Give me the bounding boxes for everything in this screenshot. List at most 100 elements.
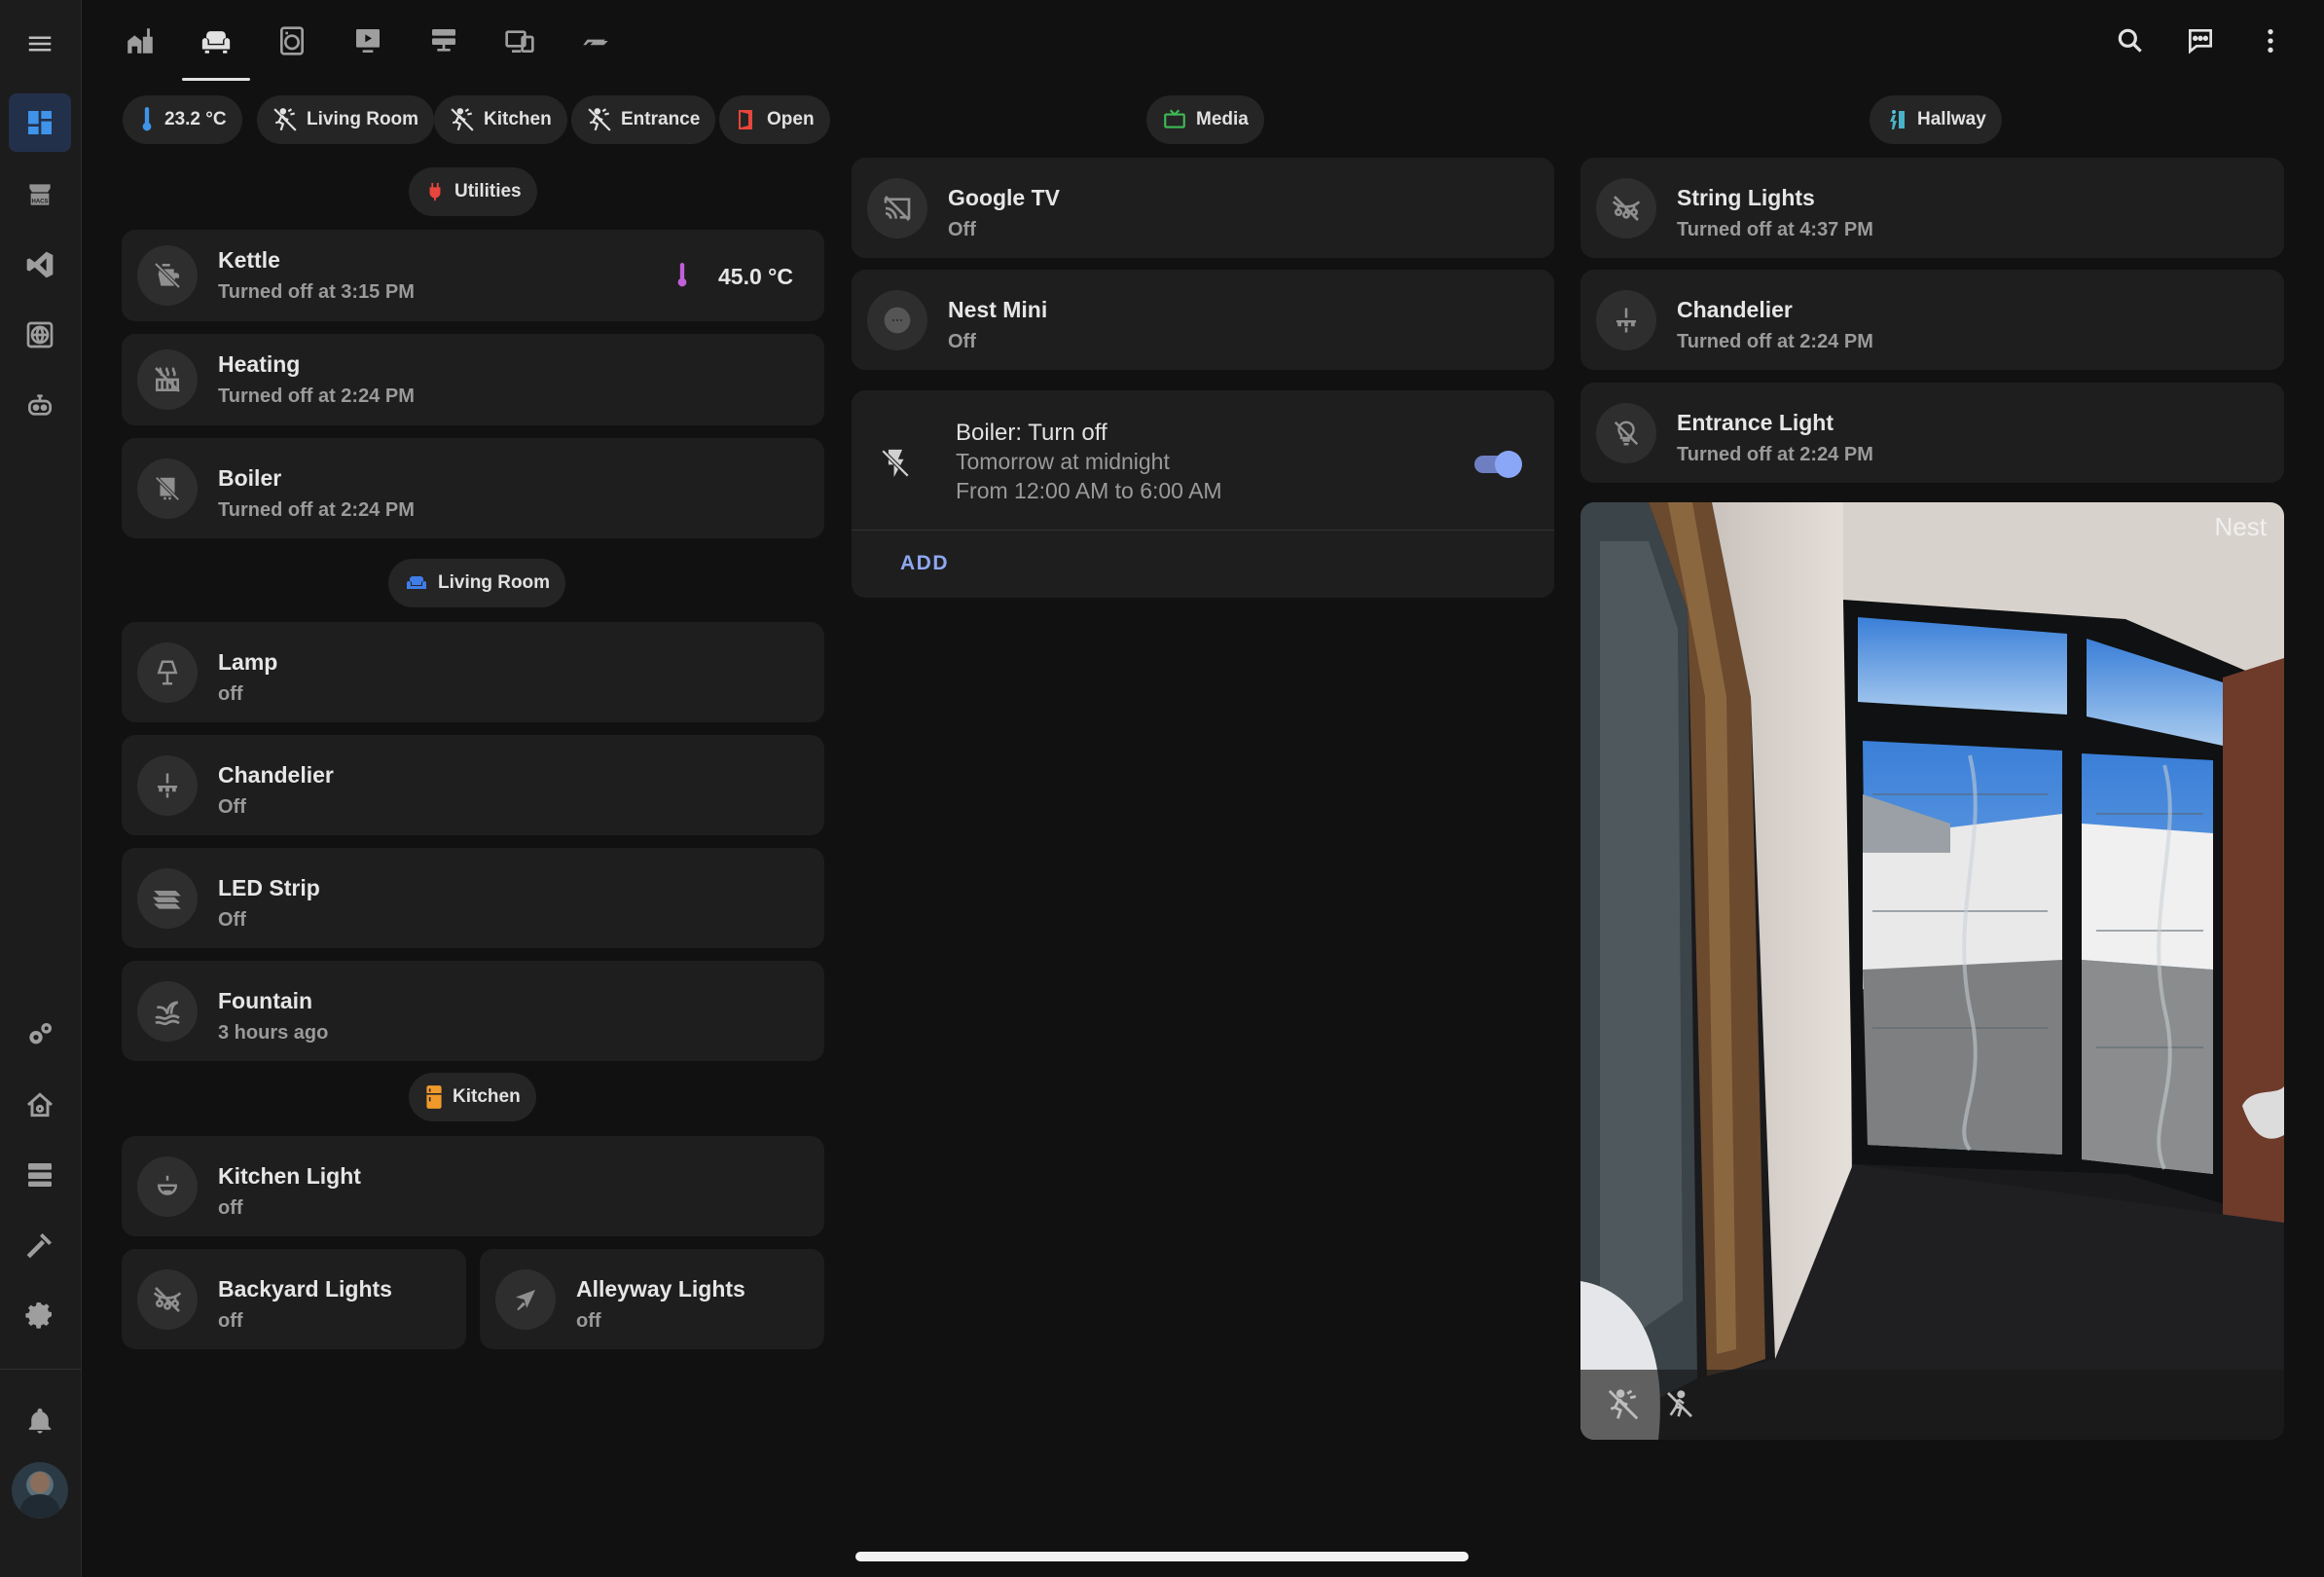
robot-icon[interactable]	[9, 376, 71, 434]
entrance-light-tile[interactable]: Entrance Light Turned off at 2:24 PM	[1580, 383, 2284, 483]
water-boiler-off-icon	[137, 458, 198, 519]
kettle-thermometer-icon	[674, 263, 690, 288]
string-lights-name: String Lights	[1677, 185, 1815, 210]
heating-tile[interactable]: Heating Turned off at 2:24 PM	[122, 334, 824, 425]
schedule-toggle[interactable]	[1471, 448, 1525, 481]
entrance-motion-chip[interactable]: Entrance	[571, 95, 716, 144]
cogs-icon[interactable]	[9, 1006, 71, 1064]
hacs-icon[interactable]: HACS	[9, 165, 71, 224]
backyard-lights-tile[interactable]: Backyard Lights off	[122, 1249, 466, 1349]
toggle-knob	[1495, 451, 1522, 478]
kitchen-light-tile[interactable]: Kitchen Light off	[122, 1136, 824, 1236]
tab-formula1[interactable]	[558, 0, 634, 81]
fountain-tile[interactable]: Fountain 3 hours ago	[122, 961, 824, 1061]
camera-motion-button[interactable]	[1596, 1377, 1651, 1432]
web-icon[interactable]	[9, 306, 71, 364]
radiator-off-icon	[137, 349, 198, 410]
schedule-when: Tomorrow at midnight	[956, 449, 1170, 474]
assist-button[interactable]	[2173, 14, 2228, 68]
flash-off-icon	[879, 447, 912, 480]
camera-image	[1580, 502, 2284, 1440]
temperature-value: 23.2 °C	[164, 109, 227, 129]
living-room-motion-chip[interactable]: Living Room	[257, 95, 435, 144]
nest-mini-name: Nest Mini	[948, 297, 1048, 322]
led-strip-icon	[137, 867, 198, 929]
google-tv-tile[interactable]: Google TV Off	[852, 158, 1554, 258]
nest-mini-state: Off	[948, 331, 976, 352]
server-rack-icon[interactable]	[9, 1146, 71, 1204]
svg-text:HACS: HACS	[31, 200, 48, 205]
power-plug-icon	[424, 179, 446, 204]
camera-label: Nest	[2214, 512, 2267, 541]
home-indicator	[855, 1552, 1469, 1561]
living-room-heading-chip: Living Room	[388, 559, 566, 607]
boiler-tile[interactable]: Boiler Turned off at 2:24 PM	[122, 438, 824, 538]
motion-sensor-off-icon	[587, 107, 612, 132]
door-chip[interactable]: Open	[719, 95, 830, 144]
motion-sensor-off-icon	[450, 107, 475, 132]
living-room-heading: Living Room	[438, 572, 551, 593]
hallway-heading: Hallway	[1917, 109, 1986, 129]
kettle-tile[interactable]: Kettle Turned off at 3:15 PM 45.0 °C	[122, 230, 824, 321]
alleyway-lights-tile[interactable]: Alleyway Lights off	[480, 1249, 824, 1349]
utilities-heading-chip: Utilities	[409, 167, 537, 216]
tab-living-room[interactable]	[178, 0, 254, 81]
monitor-play-icon	[352, 25, 383, 56]
entrance-light-state: Turned off at 2:24 PM	[1677, 444, 1873, 465]
chandelier-icon	[137, 754, 198, 816]
magnify-icon	[2115, 25, 2146, 56]
lamp-tile[interactable]: Lamp off	[122, 622, 824, 722]
fridge-icon	[424, 1084, 444, 1110]
google-tv-state: Off	[948, 219, 976, 240]
add-schedule-button[interactable]: ADD	[900, 552, 949, 575]
kitchen-light-name: Kitchen Light	[218, 1163, 361, 1189]
hallway-chandelier-tile[interactable]: Chandelier Turned off at 2:24 PM	[1580, 270, 2284, 370]
led-strip-tile[interactable]: LED Strip Off	[122, 848, 824, 948]
tab-servers[interactable]	[406, 0, 482, 81]
avatar-face	[30, 1472, 50, 1493]
overflow-menu-button[interactable]	[2243, 14, 2298, 68]
kitchen-light-state: off	[218, 1197, 243, 1219]
camera-feed[interactable]: Nest	[1580, 502, 2284, 1440]
chandelier-tile[interactable]: Chandelier Off	[122, 735, 824, 835]
menu-icon[interactable]	[9, 15, 71, 73]
nest-mini-tile[interactable]: Nest Mini Off	[852, 270, 1554, 370]
hallway-chandelier-state: Turned off at 2:24 PM	[1677, 331, 1873, 352]
television-icon	[1162, 107, 1187, 132]
motion-sensor-off-icon	[272, 107, 298, 132]
temperature-chip[interactable]: 23.2 °C	[123, 95, 242, 144]
lamp-name: Lamp	[218, 649, 278, 675]
avatar[interactable]	[12, 1462, 68, 1519]
kitchen-chip-label: Kitchen	[484, 109, 552, 129]
camera-walk-button[interactable]	[1652, 1377, 1707, 1432]
tab-media[interactable]	[330, 0, 406, 81]
bell-icon[interactable]	[9, 1392, 71, 1450]
lightbulb-off-icon	[1596, 402, 1656, 463]
hammer-icon[interactable]	[9, 1216, 71, 1274]
chandelier-state: Off	[218, 796, 246, 818]
media-heading: Media	[1196, 109, 1249, 129]
vscode-icon[interactable]	[9, 236, 71, 294]
tab-devices[interactable]	[482, 0, 558, 81]
ceiling-light-icon	[137, 1155, 198, 1217]
string-lights-state: Turned off at 4:37 PM	[1677, 219, 1873, 240]
led-strip-name: LED Strip	[218, 875, 320, 900]
kettle-state: Turned off at 3:15 PM	[218, 281, 415, 303]
fountain-icon	[137, 980, 198, 1042]
sidebar-divider	[0, 1369, 81, 1370]
overview-icon[interactable]	[9, 93, 71, 152]
tab-home-automation[interactable]	[102, 0, 178, 81]
cast-off-icon	[867, 177, 927, 238]
motion-sensor-off-icon	[1607, 1388, 1640, 1421]
string-lights-tile[interactable]: String Lights Turned off at 4:37 PM	[1580, 158, 2284, 258]
lamp-state: off	[218, 683, 243, 705]
chandelier-name: Chandelier	[218, 762, 334, 788]
search-button[interactable]	[2103, 14, 2158, 68]
settings-gear-icon[interactable]	[9, 1285, 71, 1343]
schedule-range: From 12:00 AM to 6:00 AM	[956, 478, 1222, 503]
home-assistant-icon[interactable]	[9, 1076, 71, 1134]
tab-laundry[interactable]	[254, 0, 330, 81]
backyard-lights-state: off	[218, 1310, 243, 1332]
kettle-temperature: 45.0 °C	[718, 264, 793, 289]
kitchen-motion-chip[interactable]: Kitchen	[434, 95, 567, 144]
